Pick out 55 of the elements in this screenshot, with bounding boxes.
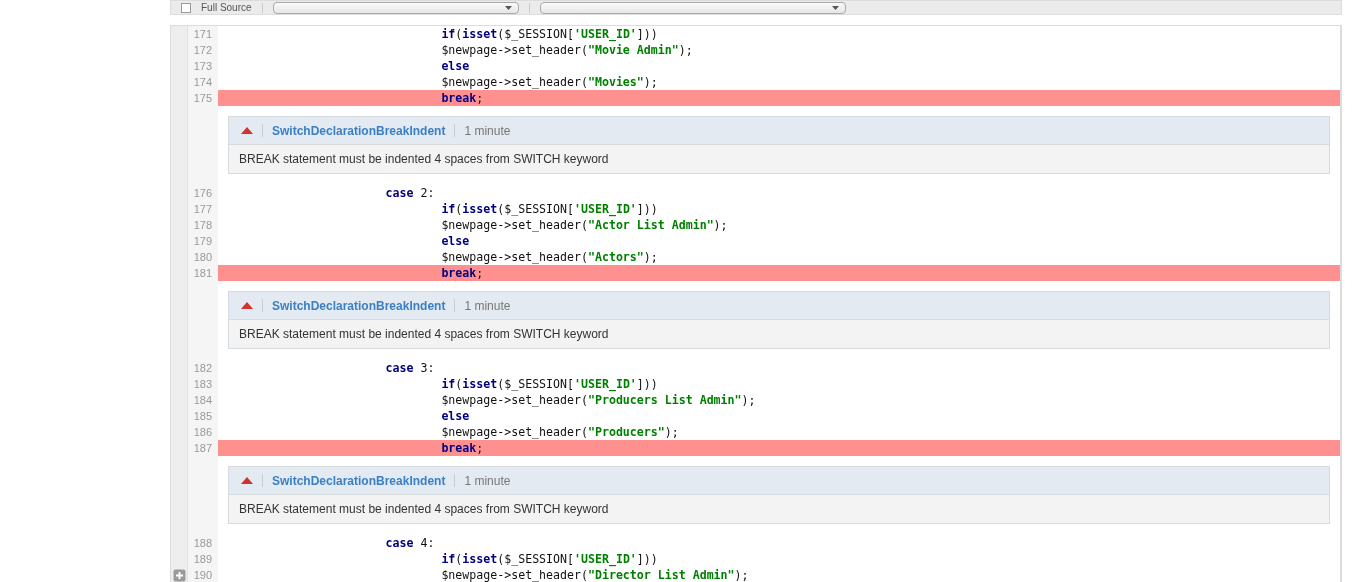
- dropdown[interactable]: [272, 1, 519, 14]
- line-number: 172: [188, 42, 218, 58]
- caret-icon: [504, 5, 512, 10]
- line-number: 177: [188, 201, 218, 217]
- line-number: 185: [188, 408, 218, 424]
- line-number: 184: [188, 392, 218, 408]
- line-number: 173: [188, 58, 218, 74]
- code-line: $newpage->set_header("Actors");: [440, 249, 659, 265]
- line-number: 187: [188, 440, 218, 456]
- code-line: if(isset($_SESSION['USER_ID'])): [440, 376, 659, 392]
- line-number: 183: [188, 376, 218, 392]
- line-number: 180: [188, 249, 218, 265]
- code-line: case 3:: [384, 360, 436, 376]
- code-line: $newpage->set_header("Producers List Admin");: [440, 392, 757, 408]
- full-source-checkbox[interactable]: [181, 2, 191, 13]
- severity-triangle-icon: [241, 477, 253, 484]
- caret-icon: [831, 5, 839, 10]
- issue-message: BREAK statement must be indented 4 spaces from SWITCH keyword: [229, 320, 1329, 348]
- code-line: if(isset($_SESSION['USER_ID'])): [440, 26, 659, 42]
- line-number: 189: [188, 551, 218, 567]
- line-number: 179: [188, 233, 218, 249]
- dropdown[interactable]: [539, 1, 846, 14]
- code-line: else: [440, 233, 471, 249]
- line-number: 176: [188, 185, 218, 201]
- code-line: case 4:: [384, 535, 436, 551]
- full-source-label: Full Source: [201, 2, 252, 13]
- rule-link[interactable]: SwitchDeclarationBreakIndent: [272, 298, 446, 313]
- issue-message: BREAK statement must be indented 4 spaces from SWITCH keyword: [229, 495, 1329, 523]
- code-line: case 2:: [384, 185, 436, 201]
- code-line: $newpage->set_header("Producers");: [440, 424, 680, 440]
- code-line: $newpage->set_header("Movies");: [440, 74, 659, 90]
- line-number: 175: [188, 90, 218, 106]
- issue-age: 1 minute: [464, 298, 511, 313]
- line-number: 181: [188, 265, 218, 281]
- issue-message: BREAK statement must be indented 4 spaces from SWITCH keyword: [229, 145, 1329, 173]
- rule-link[interactable]: SwitchDeclarationBreakIndent: [272, 473, 446, 488]
- line-number: 178: [188, 217, 218, 233]
- code-line: else: [440, 58, 471, 74]
- line-number: 188: [188, 535, 218, 551]
- line-number: 186: [188, 424, 218, 440]
- issue-age: 1 minute: [464, 123, 511, 138]
- line-number: 182: [188, 360, 218, 376]
- severity-triangle-icon: [241, 127, 253, 134]
- line-number: 174: [188, 74, 218, 90]
- code-line: else: [440, 408, 471, 424]
- code-line: $newpage->set_header("Director List Admin");: [440, 567, 750, 582]
- code-line: $newpage->set_header("Actor List Admin");: [440, 217, 729, 233]
- code-line: if(isset($_SESSION['USER_ID'])): [440, 201, 659, 217]
- code-line: if(isset($_SESSION['USER_ID'])): [440, 551, 659, 567]
- rule-link[interactable]: SwitchDeclarationBreakIndent: [272, 123, 446, 138]
- code-line: $newpage->set_header("Movie Admin");: [440, 42, 694, 58]
- line-number: 190: [188, 567, 218, 582]
- issue-age: 1 minute: [464, 473, 511, 488]
- line-number: 171: [188, 26, 218, 42]
- severity-triangle-icon: [241, 302, 253, 309]
